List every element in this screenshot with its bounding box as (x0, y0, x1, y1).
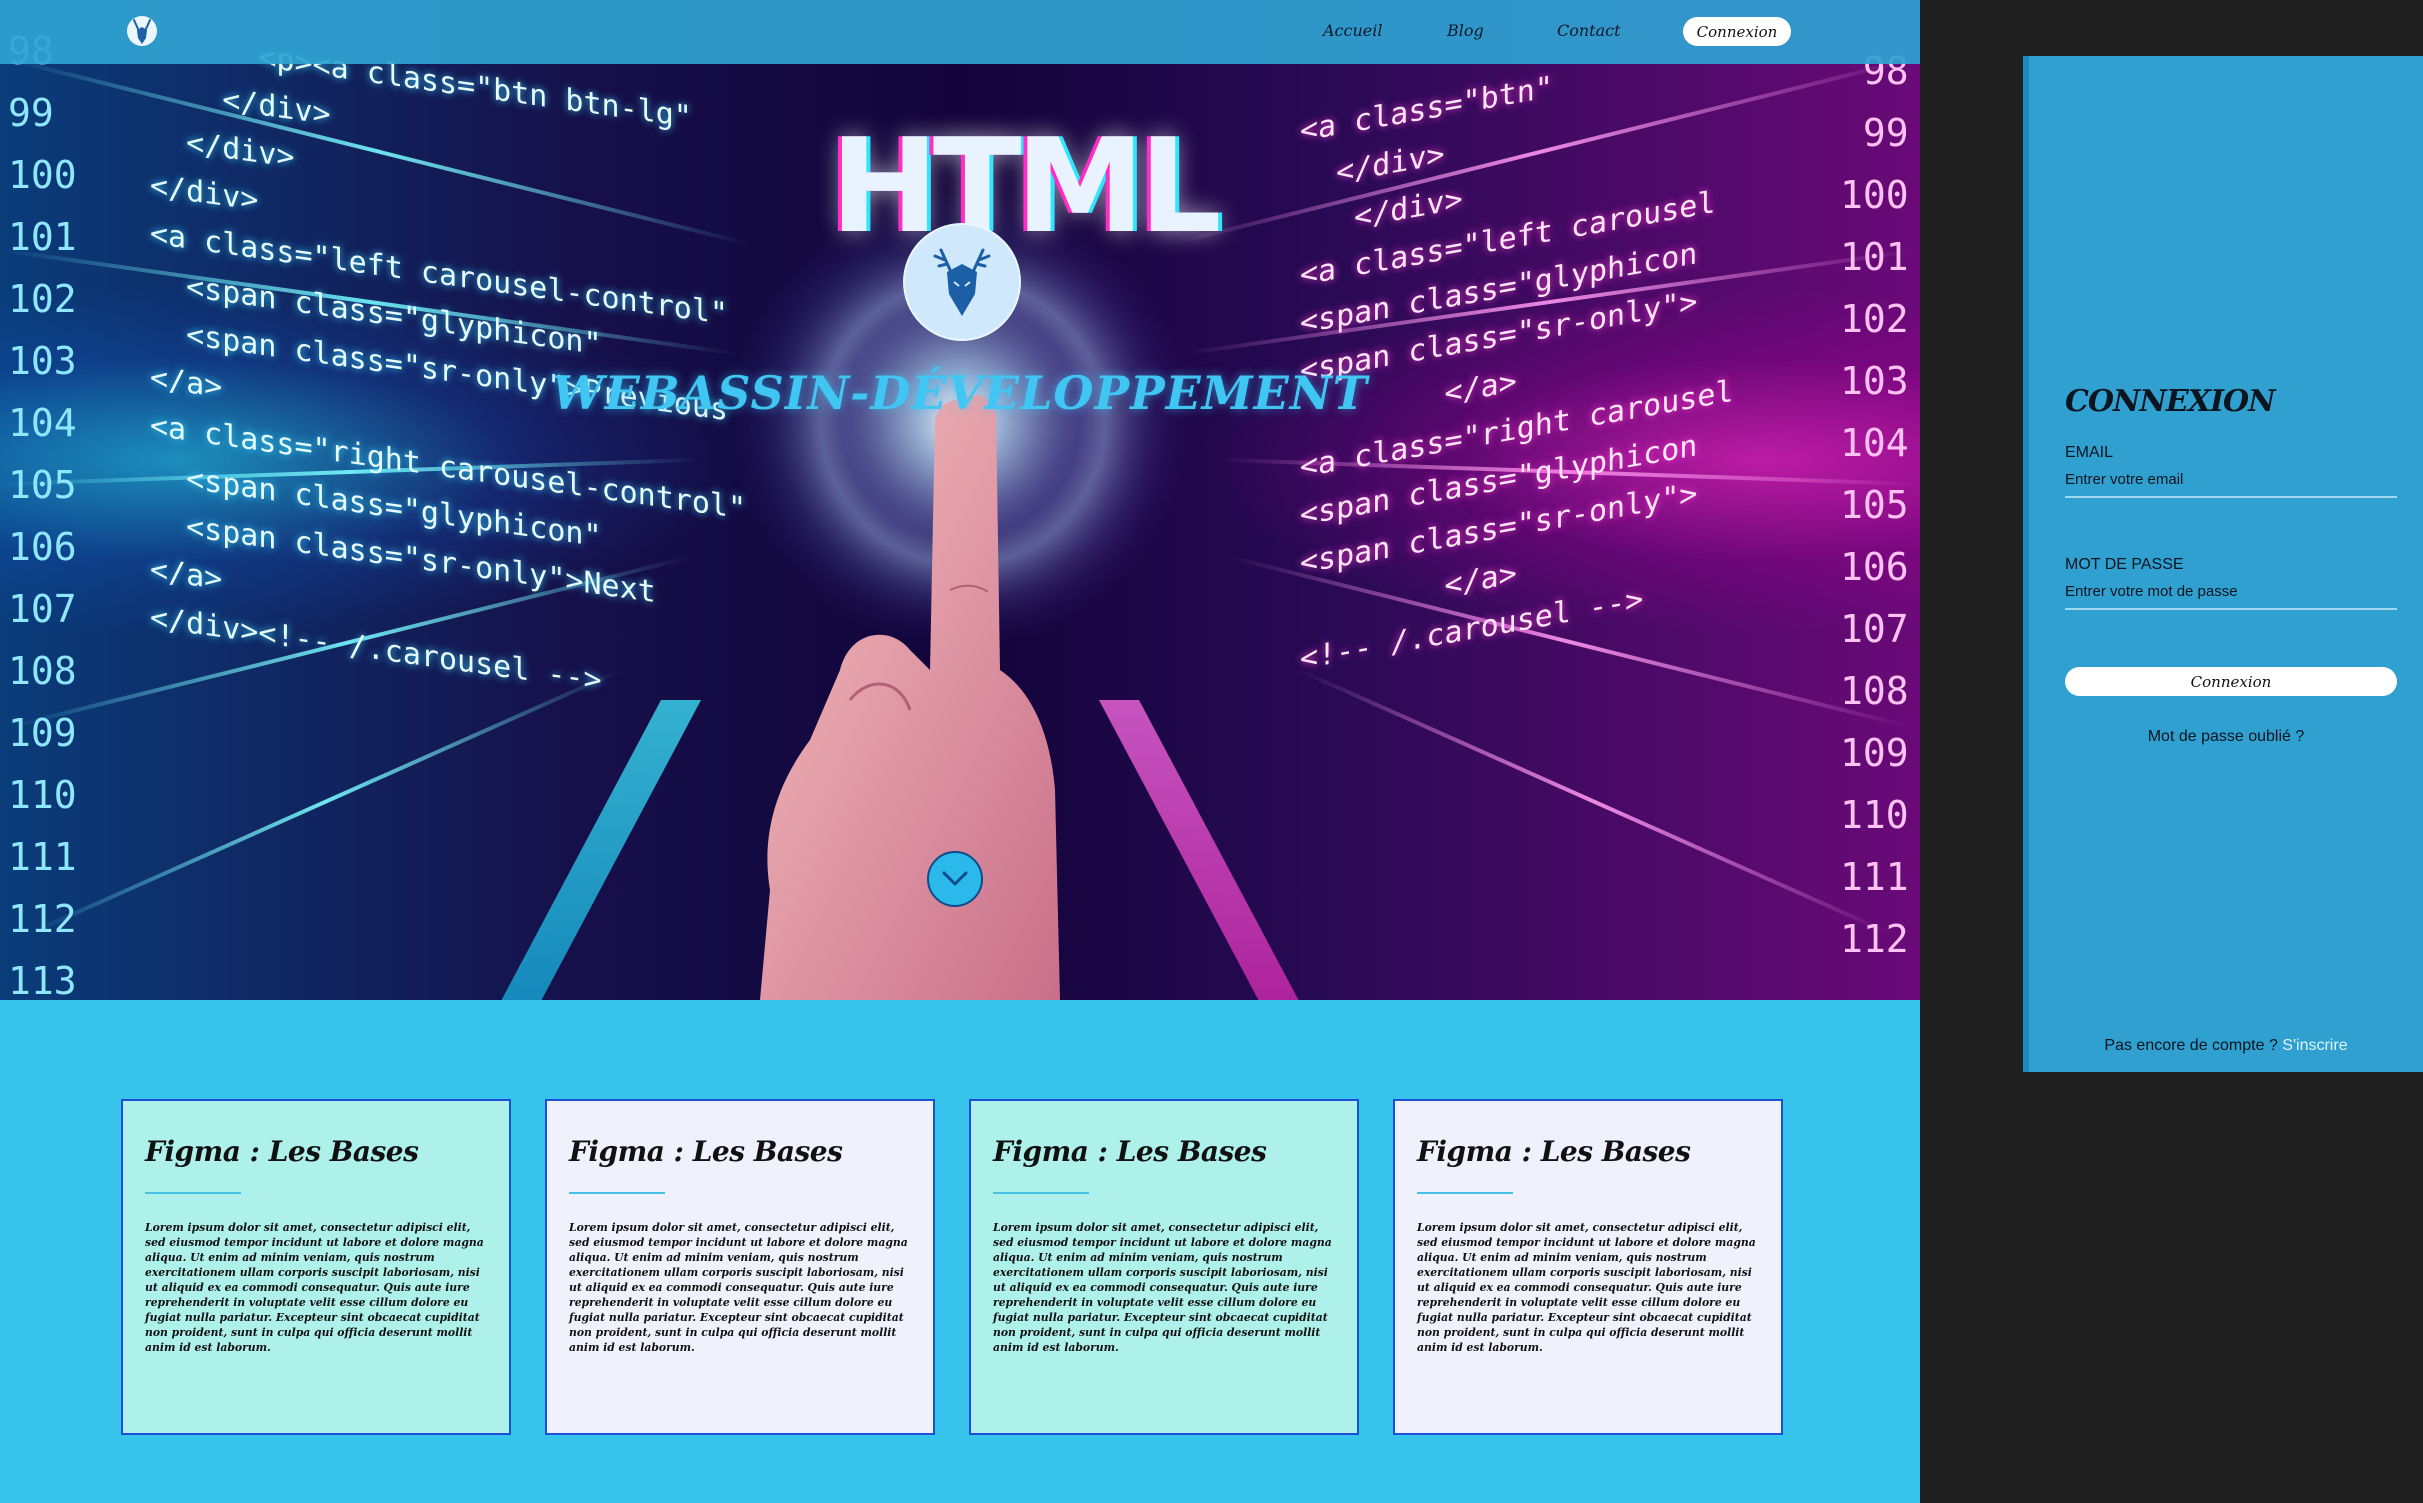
card-body: Lorem ipsum dolor sit amet, consectetur … (569, 1221, 908, 1354)
card-body: Lorem ipsum dolor sit amet, consectetur … (993, 1221, 1332, 1354)
email-label: EMAIL (2065, 444, 2114, 461)
card-divider (145, 1192, 241, 1194)
course-card[interactable]: Figma : Les Bases Lorem ipsum dolor sit … (969, 1099, 1359, 1435)
card-divider (569, 1192, 665, 1194)
forgot-password-link[interactable]: Mot de passe oublié ? (2029, 728, 2423, 746)
course-card[interactable]: Figma : Les Bases Lorem ipsum dolor sit … (121, 1099, 511, 1435)
login-submit-button[interactable]: Connexion (2065, 667, 2397, 696)
card-body: Lorem ipsum dolor sit amet, consectetur … (1417, 1221, 1756, 1354)
email-field[interactable] (2065, 462, 2397, 498)
brand-title: WEBASSIN-DÉVELOPPEMENT (552, 366, 1368, 420)
chevron-down-icon (942, 871, 968, 886)
nav-link-contact[interactable]: Contact (1557, 21, 1621, 40)
pointing-hand-image (760, 394, 1060, 1000)
hero-decor-light-trail (1098, 700, 1342, 1000)
signup-prompt: Pas encore de compte ? (2104, 1037, 2278, 1054)
nav-login-button[interactable]: Connexion (1683, 17, 1791, 46)
password-label: MOT DE PASSE (2065, 556, 2184, 573)
hero-decor-light-trail (458, 700, 702, 1000)
course-card[interactable]: Figma : Les Bases Lorem ipsum dolor sit … (1393, 1099, 1783, 1435)
website-frame: 98 99 100 101 102 103 104 105 106 107 10… (0, 0, 1920, 1503)
nav-link-accueil[interactable]: Accueil (1323, 21, 1382, 40)
card-title: Figma : Les Bases (993, 1135, 1267, 1168)
login-title: CONNEXION (2065, 384, 2276, 419)
card-divider (993, 1192, 1089, 1194)
deer-logo-icon[interactable] (126, 15, 158, 47)
card-body: Lorem ipsum dolor sit amet, consectetur … (145, 1221, 484, 1354)
hero-html-image-text: HTML (830, 110, 1222, 262)
hero-decor-beam (1297, 667, 1893, 937)
signup-link[interactable]: S'inscrire (2282, 1037, 2347, 1054)
card-divider (1417, 1192, 1513, 1194)
scroll-down-button[interactable] (927, 851, 983, 907)
hero-decor-line-numbers: 98 99 100 101 102 103 104 105 106 107 10… (8, 29, 77, 1000)
card-title: Figma : Les Bases (569, 1135, 843, 1168)
card-title: Figma : Les Bases (145, 1135, 419, 1168)
signup-line: Pas encore de compte ? S'inscrire (2029, 1037, 2423, 1055)
deer-logo-icon (903, 223, 1021, 341)
password-field[interactable] (2065, 574, 2397, 610)
hero-banner: 98 99 100 101 102 103 104 105 106 107 10… (0, 0, 1920, 1000)
top-navbar: Accueil Blog Contact Connexion (0, 0, 1920, 64)
hero-decor-line-numbers: 98 99 100 101 102 103 104 105 106 107 10… (1840, 49, 1909, 961)
hero-decor-code: <a class="btn" </div> </div> <a class="l… (1300, 69, 1734, 678)
course-card[interactable]: Figma : Les Bases Lorem ipsum dolor sit … (545, 1099, 935, 1435)
card-title: Figma : Les Bases (1417, 1135, 1691, 1168)
nav-link-blog[interactable]: Blog (1447, 21, 1484, 40)
login-panel: CONNEXION EMAIL MOT DE PASSE Connexion M… (2023, 56, 2423, 1072)
hero-decor-beam (27, 667, 623, 937)
